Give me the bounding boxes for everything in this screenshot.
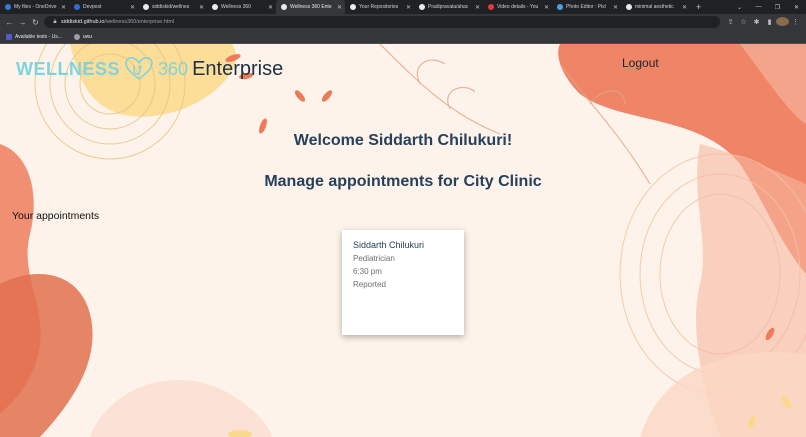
tab-label: Video details - You [497, 4, 539, 10]
google-icon [626, 4, 632, 10]
bookmark-label: Available tests - Us... [15, 33, 62, 40]
tab-label: Devpost [83, 4, 102, 10]
minimize-icon[interactable]: — [749, 4, 768, 10]
share-icon[interactable]: ⇪ [724, 18, 737, 26]
appointment-card[interactable]: Siddarth Chilukuri Pediatrician 6:30 pm … [342, 230, 464, 335]
github-icon [350, 4, 356, 10]
close-icon[interactable]: ✕ [130, 4, 135, 11]
window-controls: ⌄ — ❐ ✕ [730, 0, 806, 14]
browser-tab[interactable]: Photo Editor : Pixl ✕ [552, 0, 621, 14]
github-icon [143, 4, 149, 10]
browser-tab[interactable]: Devpost ✕ [69, 0, 138, 14]
url-path: /wellness360/enterprise.html [104, 19, 175, 25]
manage-heading: Manage appointments for City Clinic [264, 173, 542, 190]
tab-label: My files - OneDrive [14, 4, 57, 10]
tab-label: Your Repositories [359, 4, 399, 10]
close-icon[interactable]: ✕ [199, 4, 204, 11]
close-icon[interactable]: ✕ [268, 4, 273, 11]
browser-tab[interactable]: My files - OneDrive ✕ [0, 0, 69, 14]
bookmarks-bar: Available tests - Us... uwu [0, 30, 806, 44]
tab-search-icon[interactable]: ⌄ [730, 4, 749, 11]
heart-stethoscope-icon [125, 56, 153, 81]
browser-tab[interactable]: Video details - You ✕ [483, 0, 552, 14]
browser-tab-bar: My files - OneDrive ✕ Devpost ✕ siddiski… [0, 0, 806, 14]
tab-label: minimal aesthetic [635, 4, 674, 10]
reload-icon[interactable]: ↻ [29, 18, 42, 27]
appointment-doctor: Siddarth Chilukuri [353, 240, 425, 250]
devpost-icon [74, 4, 80, 10]
menu-icon[interactable]: ⋮ [789, 18, 802, 26]
tab-label: Wellness 360 Ente [290, 4, 332, 10]
logout-link[interactable]: Logout [622, 56, 659, 70]
close-icon[interactable]: ✕ [406, 4, 411, 11]
appointments-heading: Your appointments [12, 210, 100, 222]
tab-label: siddiskid/wellnes [152, 4, 190, 10]
pixlr-icon [557, 4, 563, 10]
bookmark-label: uwu [82, 33, 93, 40]
url-host: siddiskid.github.io [61, 19, 105, 25]
close-icon[interactable]: ✕ [544, 4, 549, 11]
close-icon[interactable]: ✕ [61, 4, 66, 11]
tab-label: Pradipravala/ahac [428, 4, 469, 10]
profile-avatar[interactable] [776, 16, 789, 28]
close-icon[interactable]: ✕ [475, 4, 480, 11]
welcome-heading: Welcome Siddarth Chilukuri! [293, 132, 513, 149]
browser-tab[interactable]: Wellness 360 ✕ [207, 0, 276, 14]
browser-tab[interactable]: Your Repositories ✕ [345, 0, 414, 14]
browser-tab[interactable]: Pradipravala/ahac ✕ [414, 0, 483, 14]
lock-icon[interactable]: 🔒︎ [52, 19, 58, 26]
address-bar[interactable]: 🔒︎ siddiskid.github.io/wellness360/enter… [44, 16, 720, 28]
star-icon[interactable]: ☆ [737, 18, 750, 26]
logo[interactable]: WELLNESS 360 Enterprise [16, 56, 283, 82]
logo-wellness-text: WELLNESS [16, 58, 121, 79]
appointment-specialty: Pediatrician [353, 254, 395, 263]
back-icon[interactable]: ← [3, 18, 16, 27]
browser-tab[interactable]: siddiskid/wellnes ✕ [138, 0, 207, 14]
toolbar-actions: ⇪ ☆ ✱ ▮ ⋮ [724, 14, 802, 30]
browser-toolbar: ← → ↻ 🔒︎ siddiskid.github.io/wellness360… [0, 14, 806, 30]
side-panel-icon[interactable]: ▮ [763, 18, 776, 26]
web-page: WELLNESS 360 Enterprise Logout Welcome S… [0, 44, 806, 437]
tab-label: Photo Editor : Pixl [566, 4, 606, 10]
appointment-status: Reported [353, 280, 386, 289]
new-tab-icon[interactable]: + [696, 2, 701, 12]
appointment-time: 6:30 pm [353, 267, 382, 276]
extensions-icon[interactable]: ✱ [750, 18, 763, 26]
logo-enterprise-text: Enterprise [192, 57, 284, 80]
globe-icon [281, 4, 287, 10]
logo-360-text: 360 [158, 58, 189, 79]
bookmark-item[interactable]: uwu [73, 33, 93, 40]
github-icon [419, 4, 425, 10]
browser-tab[interactable]: minimal aesthetic ✕ [621, 0, 690, 14]
close-window-icon[interactable]: ✕ [787, 4, 806, 11]
youtube-icon [488, 4, 494, 10]
maximize-icon[interactable]: ❐ [768, 4, 787, 11]
close-icon[interactable]: ✕ [337, 4, 342, 11]
browser-tab-active[interactable]: Wellness 360 Ente ✕ [276, 0, 345, 14]
bookmark-item[interactable]: Available tests - Us... [6, 33, 62, 40]
globe-icon [212, 4, 218, 10]
globe-icon [73, 33, 80, 40]
close-icon[interactable]: ✕ [613, 4, 618, 11]
tab-label: Wellness 360 [221, 4, 251, 10]
bookmark-icon [6, 33, 12, 40]
onedrive-icon [5, 4, 11, 10]
close-icon[interactable]: ✕ [682, 4, 687, 11]
forward-icon[interactable]: → [16, 18, 29, 27]
